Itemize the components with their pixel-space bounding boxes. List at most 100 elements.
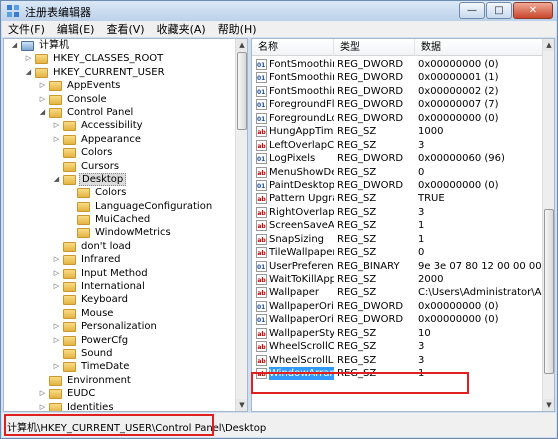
column-header-name[interactable]: 名称 bbox=[252, 39, 334, 56]
expand-arrow-icon[interactable]: ▷ bbox=[52, 121, 61, 130]
maximize-button[interactable]: □ bbox=[486, 2, 512, 19]
value-row[interactable]: 011FontSmoothin...REG_DWORD 0x00000001 (1… bbox=[252, 71, 542, 84]
expand-arrow-icon[interactable]: ▷ bbox=[52, 362, 61, 371]
value-row[interactable]: ab Wallpaper REG_SZ C:\Users\Administrator\… bbox=[252, 286, 548, 299]
tree-item[interactable]: ◢ HKEY_CURRENT_USER bbox=[4, 66, 237, 79]
tree-item[interactable]: Colors bbox=[4, 146, 237, 159]
values-scrollbar[interactable]: ▲ ▼ bbox=[542, 39, 554, 411]
tree-item[interactable]: ▷ Infrared bbox=[4, 253, 237, 266]
value-data: 0x00000000 (0) bbox=[418, 179, 499, 191]
menu-view[interactable]: 查看(V) bbox=[100, 21, 150, 37]
value-row[interactable]: abWallpaperStyleREG_SZ 10 bbox=[252, 327, 542, 340]
menu-help[interactable]: 帮助(H) bbox=[212, 21, 263, 37]
menu-favorites[interactable]: 收藏夹(A) bbox=[151, 21, 212, 37]
value-row[interactable]: abWaitToKillApp...REG_SZ 2000 bbox=[252, 273, 542, 286]
tree-scroll-thumb[interactable] bbox=[237, 52, 247, 130]
values-scroll-thumb[interactable] bbox=[544, 209, 554, 374]
values-list-pane[interactable]: 名称 类型 数据 011FontSmoothin...REG_DWORD0x00… bbox=[251, 38, 555, 412]
collapse-arrow-icon[interactable]: ◢ bbox=[24, 68, 33, 77]
value-row[interactable]: 011ForegroundFla...REG_DWORD 0x00000007 (… bbox=[252, 98, 542, 111]
value-row[interactable]: abWheelScrollLin...REG_SZ 3 bbox=[252, 354, 542, 367]
tree-item[interactable]: Sound bbox=[4, 347, 237, 360]
expand-arrow-icon[interactable]: ▷ bbox=[52, 282, 61, 291]
collapse-arrow-icon[interactable]: ◢ bbox=[10, 41, 19, 50]
value-row[interactable]: 011FontSmoothin...REG_DWORD 0x00000000 (0… bbox=[252, 58, 542, 71]
tree-item-label: don't load bbox=[81, 240, 132, 252]
value-row[interactable]: 011WallpaperOrig...REG_DWORD 0x00000000 (… bbox=[252, 313, 542, 326]
scroll-up-icon[interactable]: ▲ bbox=[236, 39, 247, 51]
tree-item[interactable]: Cursors bbox=[4, 160, 237, 173]
value-data: 3 bbox=[418, 139, 425, 151]
tree-item[interactable]: ▷ Appearance bbox=[4, 133, 237, 146]
expand-arrow-icon[interactable]: ▷ bbox=[38, 95, 47, 104]
value-row[interactable]: ab TileWallpaper REG_SZ 0 bbox=[252, 246, 542, 259]
tree-item[interactable]: ◢ Control Panel bbox=[4, 106, 237, 119]
tree-item[interactable]: Colors bbox=[4, 186, 237, 199]
tree-item[interactable]: ▷ PowerCfg bbox=[4, 334, 237, 347]
title-bar[interactable]: 注册表编辑器 — □ ✕ bbox=[1, 1, 557, 21]
value-row[interactable]: abMenuShowDelayREG_SZ 0 bbox=[252, 166, 542, 179]
value-row[interactable]: 011PaintDesktopV...REG_DWORD 0x00000000 (… bbox=[252, 179, 542, 192]
tree-item[interactable]: ◢ 计算机 bbox=[4, 39, 237, 52]
value-name: WheelScrollCh... bbox=[269, 341, 334, 353]
tree-item[interactable]: ▷ International bbox=[4, 280, 237, 293]
tree-item[interactable]: ▷ Accessibility bbox=[4, 119, 237, 132]
menu-edit[interactable]: 编辑(E) bbox=[51, 21, 101, 37]
tree-item[interactable]: ▷ Console bbox=[4, 93, 237, 106]
value-row[interactable]: 011ForegroundLo...REG_DWORD 0x00000000 (0… bbox=[252, 112, 542, 125]
tree-item[interactable]: WindowMetrics bbox=[4, 226, 237, 239]
tree-item[interactable]: ▷ HKEY_CLASSES_ROOT bbox=[4, 52, 237, 65]
tree-item[interactable]: ▷ Personalization bbox=[4, 320, 237, 333]
tree-item[interactable]: ▷ Identities bbox=[4, 401, 237, 411]
tree-item[interactable]: Mouse bbox=[4, 307, 237, 320]
expand-arrow-icon[interactable]: ▷ bbox=[52, 269, 61, 278]
expand-arrow-icon[interactable]: ▷ bbox=[38, 403, 47, 411]
value-row[interactable]: abLeftOverlapCh...REG_SZ 3 bbox=[252, 139, 542, 152]
column-header-type[interactable]: 类型 bbox=[334, 39, 415, 56]
expand-arrow-icon[interactable]: ▷ bbox=[24, 54, 33, 63]
menu-file[interactable]: 文件(F) bbox=[2, 21, 51, 37]
value-row[interactable]: abWheelScrollCh...REG_SZ 3 bbox=[252, 340, 542, 353]
tree-item[interactable]: Keyboard bbox=[4, 293, 237, 306]
value-row[interactable]: 011UserPreferenc...REG_BINARY 9e 3e 07 80… bbox=[252, 260, 542, 273]
collapse-arrow-icon[interactable]: ◢ bbox=[52, 175, 61, 184]
tree-item[interactable]: Environment bbox=[4, 374, 237, 387]
expand-arrow-icon[interactable]: ▷ bbox=[52, 135, 61, 144]
expand-arrow-icon[interactable]: ▷ bbox=[38, 389, 47, 398]
key-tree-pane[interactable]: ◢ 计算机 ▷ HKEY_CLASSES_ROOT ◢ HKEY_CURRENT_USER… bbox=[3, 38, 248, 412]
tree-item[interactable]: ▷ AppEvents bbox=[4, 79, 237, 92]
value-type: REG_SZ bbox=[337, 220, 377, 232]
value-row[interactable]: abPattern Upgra...REG_SZ TRUE bbox=[252, 192, 542, 205]
tree-item[interactable]: ▷ Input Method bbox=[4, 267, 237, 280]
expand-arrow-icon[interactable]: ▷ bbox=[38, 81, 47, 90]
tree-item[interactable]: LanguageConfiguration bbox=[4, 200, 237, 213]
scroll-down-icon[interactable]: ▼ bbox=[543, 399, 554, 411]
tree-item-label: Desktop bbox=[79, 172, 127, 186]
value-row[interactable]: 011LogPixels REG_DWORD 0x00000060 (96) bbox=[252, 152, 542, 165]
minimize-button[interactable]: — bbox=[459, 2, 485, 19]
collapse-arrow-icon[interactable]: ◢ bbox=[38, 108, 47, 117]
expand-arrow-icon[interactable]: ▷ bbox=[52, 255, 61, 264]
value-row[interactable]: ab SnapSizing REG_SZ 1 bbox=[252, 233, 542, 246]
expand-arrow-icon[interactable]: ▷ bbox=[52, 336, 61, 345]
value-row[interactable]: abRightOverlapC...REG_SZ 3 bbox=[252, 206, 542, 219]
value-data: 1 bbox=[418, 220, 425, 232]
column-header-data[interactable]: 数据 bbox=[415, 39, 544, 56]
tree-item[interactable]: ▷ EUDC bbox=[4, 387, 237, 400]
value-data: TRUE bbox=[418, 193, 445, 205]
scroll-up-icon[interactable]: ▲ bbox=[543, 39, 554, 51]
value-row[interactable]: 011FontSmoothin...REG_DWORD 0x00000002 (2… bbox=[252, 85, 542, 98]
value-row[interactable]: abWindowArrang...REG_SZ 1 bbox=[252, 367, 542, 381]
value-row[interactable]: 011WallpaperOrig...REG_DWORD 0x00000000 (… bbox=[252, 300, 542, 313]
tree-item[interactable]: MuiCached bbox=[4, 213, 237, 226]
tree-item[interactable]: don't load bbox=[4, 240, 237, 253]
close-button[interactable]: ✕ bbox=[513, 2, 553, 19]
value-row[interactable]: abScreenSaveActi...REG_SZ 1 bbox=[252, 219, 542, 232]
tree-item[interactable]: ▷ TimeDate bbox=[4, 360, 237, 373]
value-name: FontSmoothin... bbox=[269, 72, 334, 84]
expand-arrow-icon[interactable]: ▷ bbox=[52, 322, 61, 331]
value-row[interactable]: abHungAppTime...REG_SZ 1000 bbox=[252, 125, 542, 138]
tree-item[interactable]: ◢ Desktop bbox=[4, 172, 237, 186]
scroll-down-icon[interactable]: ▼ bbox=[236, 399, 247, 411]
tree-scrollbar[interactable]: ▲ ▼ bbox=[235, 39, 247, 411]
